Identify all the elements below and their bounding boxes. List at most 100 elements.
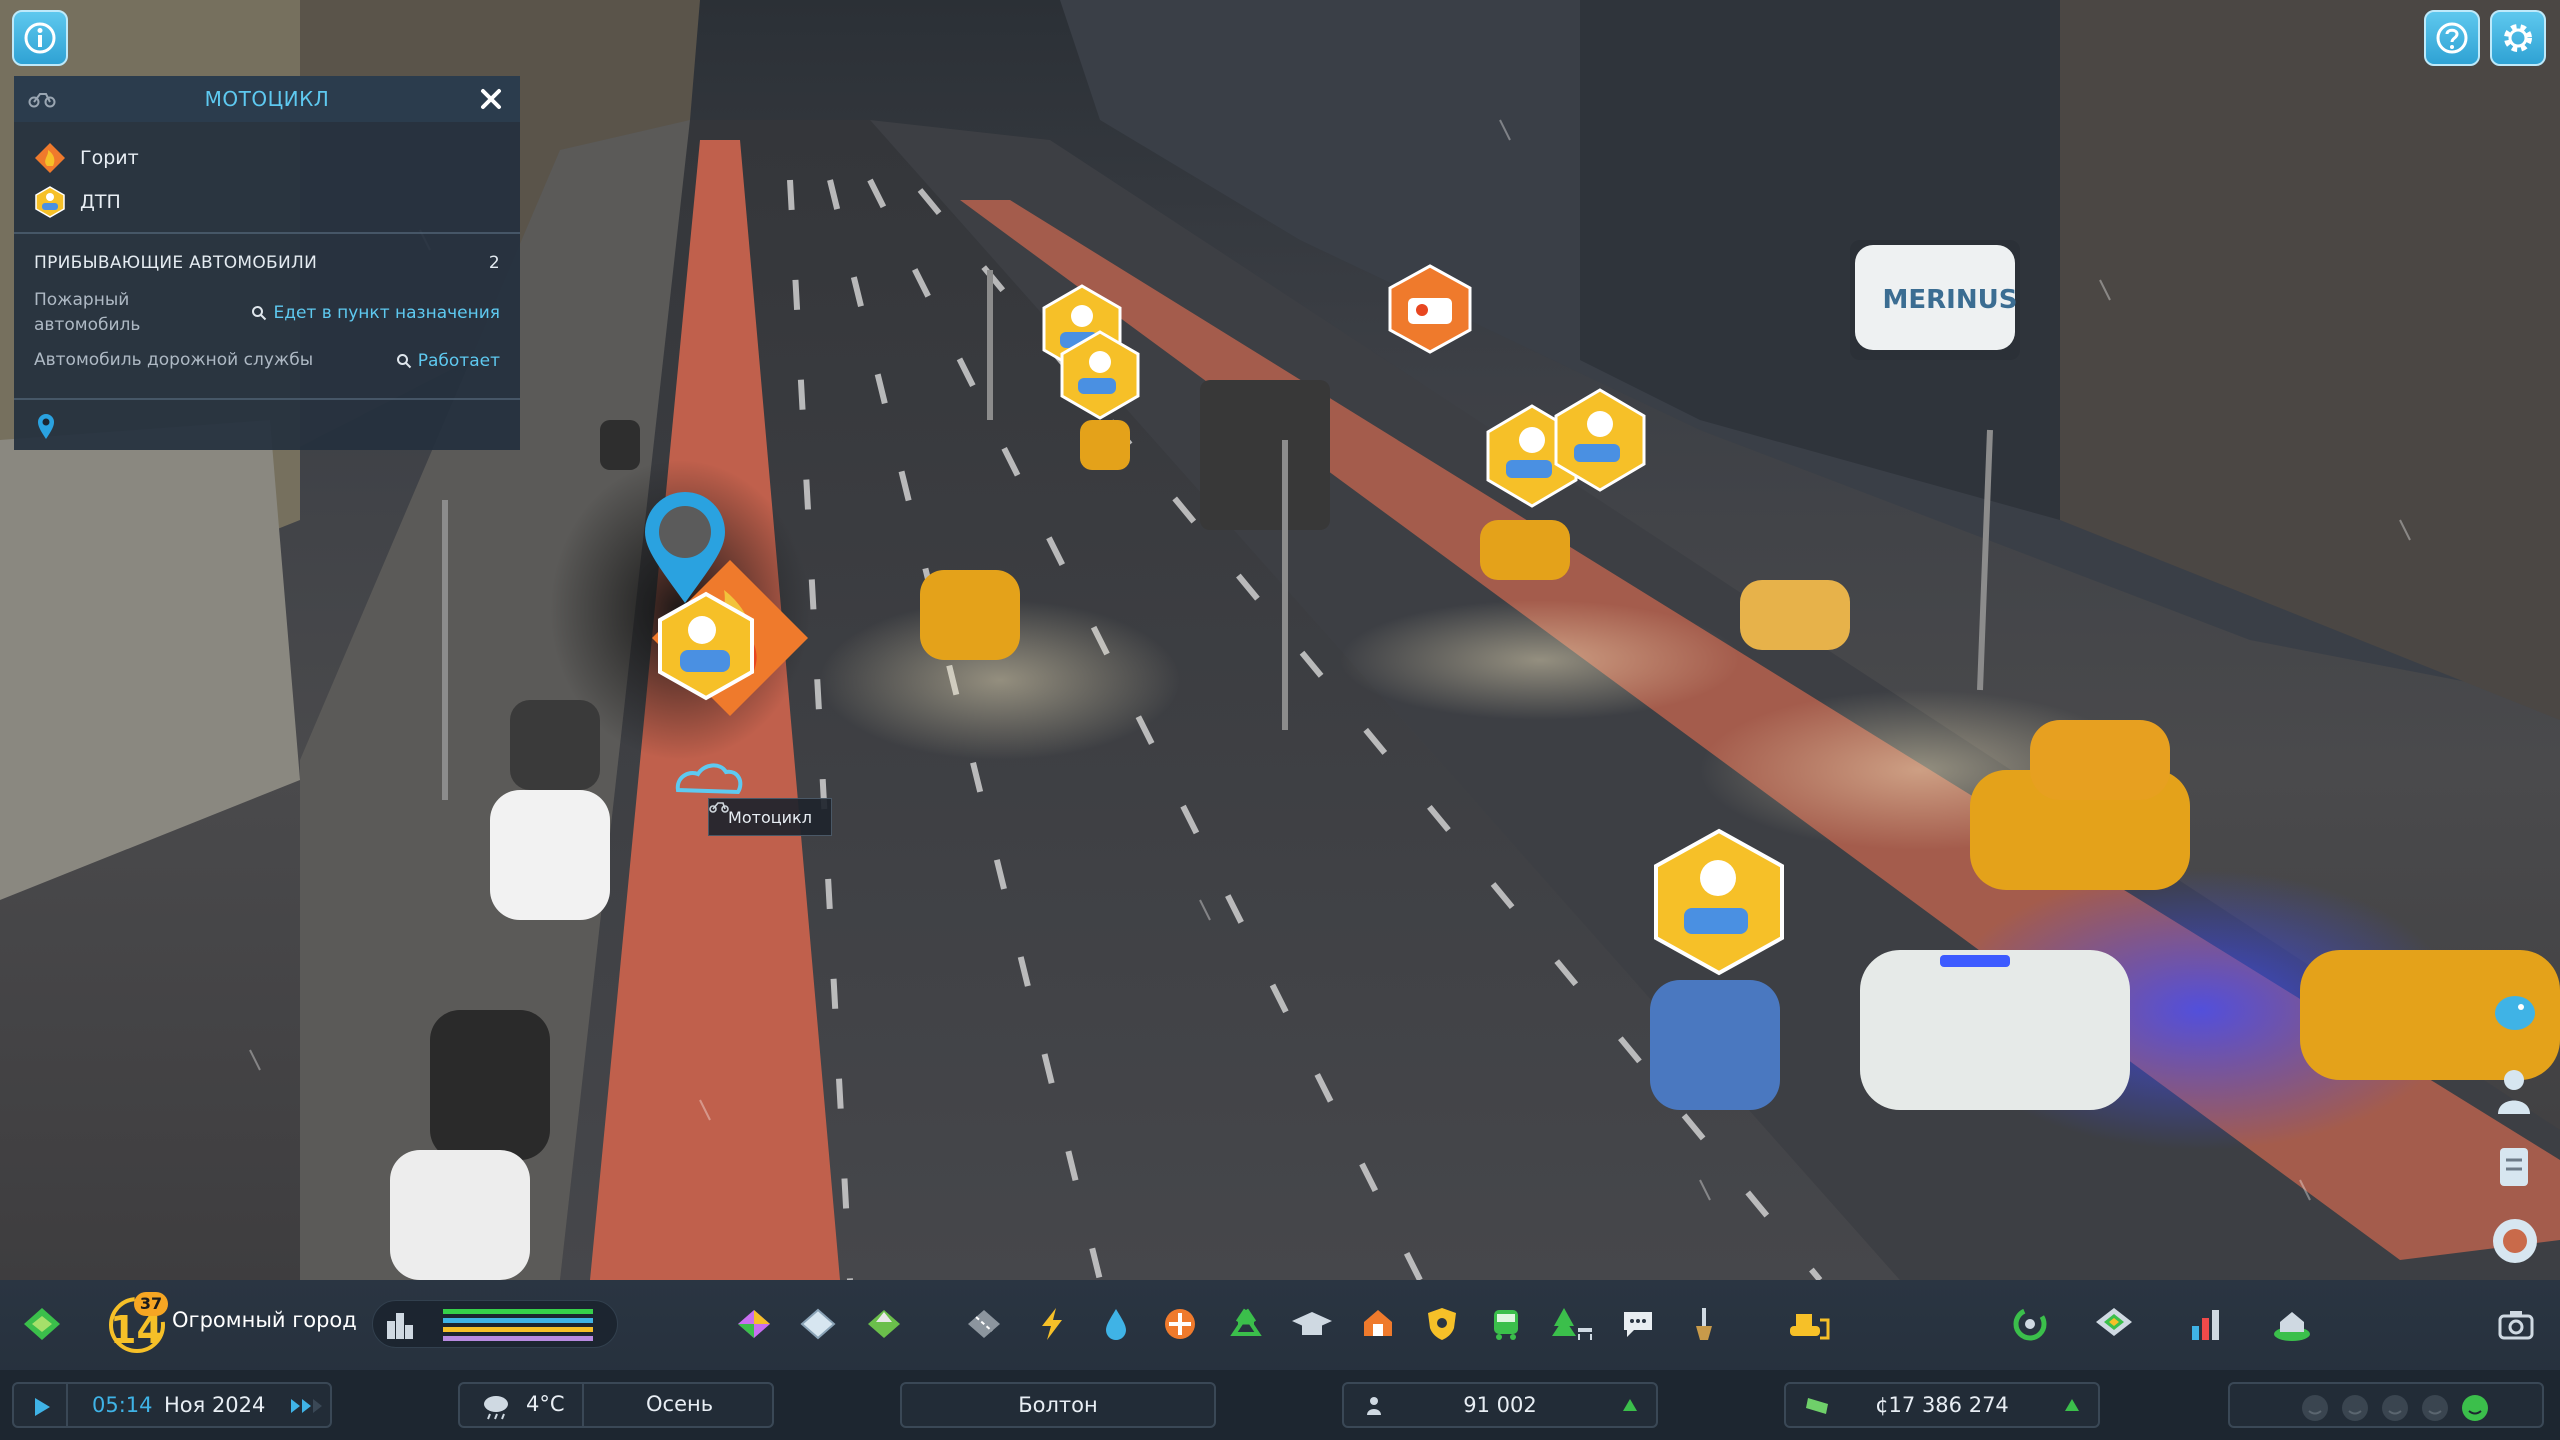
- population-value: 91 002: [1463, 1393, 1537, 1417]
- tool-landscaping[interactable]: [1682, 1302, 1726, 1346]
- progression-button[interactable]: [2008, 1302, 2052, 1346]
- population-box[interactable]: 91 002: [1342, 1382, 1658, 1428]
- tool-fire-rescue[interactable]: [1356, 1302, 1400, 1346]
- info-icon: [24, 22, 56, 54]
- speed-icon[interactable]: [290, 1398, 326, 1414]
- close-icon[interactable]: [476, 84, 506, 114]
- merinus-sign-text: MERINUS: [1883, 285, 2018, 315]
- city-info-pill[interactable]: [372, 1300, 618, 1348]
- communications-icon: [1624, 1312, 1652, 1337]
- tool-areas[interactable]: [796, 1302, 840, 1346]
- divider: [66, 1384, 68, 1426]
- tool-garbage[interactable]: [1224, 1302, 1268, 1346]
- electricity-icon: [1042, 1308, 1062, 1340]
- money-box[interactable]: ¢17 386 274: [1784, 1382, 2100, 1428]
- tool-education[interactable]: [1290, 1302, 1334, 1346]
- tool-terraform[interactable]: [862, 1302, 906, 1346]
- help-icon: [2436, 22, 2468, 54]
- car-accident-marker[interactable]: [1552, 388, 1648, 492]
- district-box[interactable]: Болтон: [900, 1382, 1216, 1428]
- happiness-face-icon: [2302, 1395, 2328, 1421]
- help-button[interactable]: [2424, 10, 2480, 66]
- bottom-toolbar: 14 37 Огромный город 05:14 Ноя 2024 4°C …: [0, 1280, 2560, 1440]
- arriving-vehicle-row[interactable]: Пожарный автомобиль Едет в пункт назначе…: [34, 288, 500, 338]
- district-name: Болтон: [1018, 1393, 1098, 1417]
- areas-icon: [800, 1308, 836, 1340]
- car-accident-icon: [35, 186, 65, 218]
- vehicle-name: Автомобиль дорожной службы: [34, 350, 314, 370]
- status-row-accident: ДТП: [34, 180, 500, 224]
- money-icon: [1806, 1398, 1828, 1414]
- toolbar-status-row: 05:14 Ноя 2024 4°C Осень Болтон 91 002 ¢…: [0, 1370, 2560, 1440]
- office-demand-bar: [443, 1336, 593, 1341]
- chirper-icon[interactable]: [2490, 988, 2540, 1034]
- garbage-icon: [1230, 1308, 1262, 1336]
- tool-water[interactable]: [1094, 1302, 1138, 1346]
- info-button[interactable]: [12, 10, 68, 66]
- industrial-demand-bar: [443, 1327, 593, 1332]
- clock-time: 05:14: [92, 1393, 153, 1417]
- police-icon: [1428, 1308, 1456, 1340]
- map-tiles-button[interactable]: [2092, 1302, 2136, 1346]
- play-icon[interactable]: [32, 1396, 52, 1418]
- happiness-box[interactable]: [2228, 1382, 2544, 1428]
- health-icon: [1165, 1309, 1195, 1339]
- trend-up-icon: [2065, 1399, 2079, 1411]
- photo-mode-button[interactable]: [2494, 1302, 2538, 1346]
- selected-location-pin-icon[interactable]: [640, 488, 730, 608]
- rain-cloud-icon: [484, 1396, 508, 1420]
- bulldozer-icon: [1790, 1314, 1830, 1340]
- education-icon: [1292, 1312, 1332, 1335]
- status-label: ДТП: [80, 191, 121, 213]
- vehicle-status: Едет в пункт назначения: [273, 303, 500, 323]
- residential-demand-bar: [443, 1309, 593, 1314]
- radio-icon[interactable]: [2490, 1216, 2540, 1266]
- tool-transportation[interactable]: [1484, 1302, 1528, 1346]
- tool-roads[interactable]: [962, 1302, 1006, 1346]
- city-size-label[interactable]: Огромный город: [172, 1308, 357, 1332]
- search-icon: [396, 353, 411, 368]
- statistics-icon: [2192, 1310, 2219, 1340]
- panel-header: МОТОЦИКЛ: [14, 76, 520, 122]
- settings-button[interactable]: [2490, 10, 2546, 66]
- layers-icon: [24, 1308, 60, 1340]
- tool-electricity[interactable]: [1030, 1302, 1074, 1346]
- season: Осень: [646, 1392, 714, 1416]
- journal-icon[interactable]: [2494, 1144, 2534, 1190]
- selected-object-panel: МОТОЦИКЛ Горит ДТП ПРИБЫВАЮЩИЕ АВТОМОБИЛ…: [14, 76, 520, 450]
- tool-bulldozer[interactable]: [1786, 1302, 1830, 1346]
- economy-icon: [2274, 1312, 2310, 1341]
- car-accident-marker[interactable]: [1652, 828, 1786, 976]
- fire-station-icon: [1364, 1310, 1392, 1336]
- healthcare-marker[interactable]: [1388, 264, 1472, 354]
- city-skyline-icon: [387, 1313, 413, 1339]
- happiness-face-icon: [2342, 1395, 2368, 1421]
- zoning-toggle-button[interactable]: [20, 1302, 64, 1346]
- zones-icon: [738, 1310, 770, 1338]
- tool-police[interactable]: [1420, 1302, 1464, 1346]
- panel-title: МОТОЦИКЛ: [204, 87, 330, 111]
- economy-button[interactable]: [2270, 1302, 2314, 1346]
- statistics-button[interactable]: [2184, 1302, 2228, 1346]
- car-accident-marker[interactable]: [1060, 330, 1140, 420]
- motorcycle-icon: [28, 93, 56, 108]
- vehicle-status-link[interactable]: Работает: [396, 351, 500, 371]
- tool-communications[interactable]: [1616, 1302, 1660, 1346]
- divider: [582, 1384, 584, 1426]
- happiness-face-icon: [2422, 1395, 2448, 1421]
- gear-icon: [2504, 24, 2532, 52]
- person-icon: [1367, 1397, 1381, 1415]
- arriving-vehicles-count: 2: [488, 253, 500, 273]
- tool-zones[interactable]: [732, 1302, 776, 1346]
- happiness-face-icon: [2382, 1395, 2408, 1421]
- locate-pin-icon[interactable]: [36, 412, 56, 440]
- happiness-meter: [2300, 1393, 2490, 1423]
- weather-box[interactable]: 4°C Осень: [458, 1382, 774, 1428]
- vehicle-status: Работает: [417, 350, 500, 371]
- citizens-icon[interactable]: [2494, 1066, 2534, 1116]
- arriving-vehicle-row[interactable]: Автомобиль дорожной службы Работает: [34, 348, 500, 373]
- vehicle-status-link[interactable]: Едет в пункт назначения: [251, 303, 500, 323]
- map-tiles-icon: [2096, 1308, 2132, 1336]
- tool-parks[interactable]: [1550, 1302, 1594, 1346]
- tool-health[interactable]: [1158, 1302, 1202, 1346]
